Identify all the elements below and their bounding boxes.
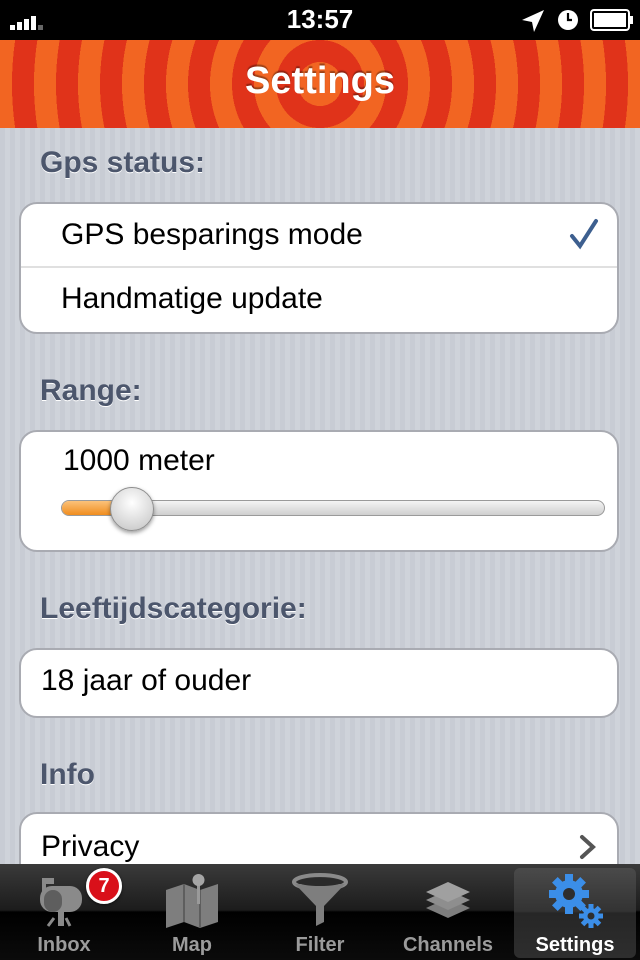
status-bar: 13:57: [0, 0, 640, 40]
section-title-range: Range:: [40, 374, 142, 407]
chevron-right-icon: [580, 835, 596, 859]
tab-map[interactable]: Map: [128, 864, 256, 960]
gps-option-saving-mode[interactable]: GPS besparings mode: [21, 204, 617, 268]
battery-icon: [590, 9, 633, 31]
checkmark-icon: [570, 219, 598, 250]
navigation-header: Settings: [0, 40, 640, 128]
gps-option-label: GPS besparings mode: [61, 218, 363, 251]
age-group: 18 jaar of ouder: [19, 648, 619, 718]
page-title: Settings: [245, 60, 395, 102]
gps-option-label: Handmatige update: [61, 282, 323, 315]
inbox-unread-badge: 7: [86, 868, 122, 904]
range-value-label: 1000 meter: [63, 444, 215, 477]
tab-inbox[interactable]: 7 Inbox: [0, 864, 128, 960]
tab-label: Settings: [535, 934, 615, 956]
section-title-age: Leeftijdscategorie:: [40, 592, 307, 625]
settings-content[interactable]: Gps status: GPS besparings mode Handmati…: [0, 128, 640, 864]
funnel-icon: [292, 873, 348, 926]
section-title-info: Info: [40, 758, 95, 791]
layers-icon: [426, 882, 470, 918]
map-pin-icon: [166, 874, 218, 928]
info-group: Privacy: [19, 812, 619, 864]
tab-bar: 7 Inbox Map Filter Channels Settings: [0, 864, 640, 960]
info-item-privacy[interactable]: Privacy: [21, 814, 617, 864]
age-category-cell[interactable]: 18 jaar of ouder: [21, 650, 617, 716]
age-category-value: 18 jaar of ouder: [41, 664, 252, 697]
tab-label: Inbox: [37, 934, 91, 956]
tab-label: Filter: [295, 934, 345, 956]
tab-label: Map: [172, 934, 212, 956]
range-slider-thumb[interactable]: [110, 487, 155, 531]
location-arrow-icon: [522, 10, 544, 32]
tab-filter[interactable]: Filter: [256, 864, 384, 960]
tab-settings[interactable]: Settings: [514, 868, 636, 958]
gears-icon: [549, 874, 603, 928]
alarm-clock-icon: [558, 10, 578, 30]
info-item-label: Privacy: [41, 830, 140, 863]
gps-option-manual-update[interactable]: Handmatige update: [21, 268, 617, 332]
gps-options-group: GPS besparings mode Handmatige update: [19, 202, 619, 334]
section-title-gps: Gps status:: [40, 146, 206, 179]
range-slider[interactable]: [61, 487, 605, 531]
range-group: 1000 meter: [19, 430, 619, 552]
mailbox-icon: [40, 878, 82, 927]
tab-label: Channels: [402, 934, 494, 956]
tab-channels[interactable]: Channels: [384, 864, 512, 960]
